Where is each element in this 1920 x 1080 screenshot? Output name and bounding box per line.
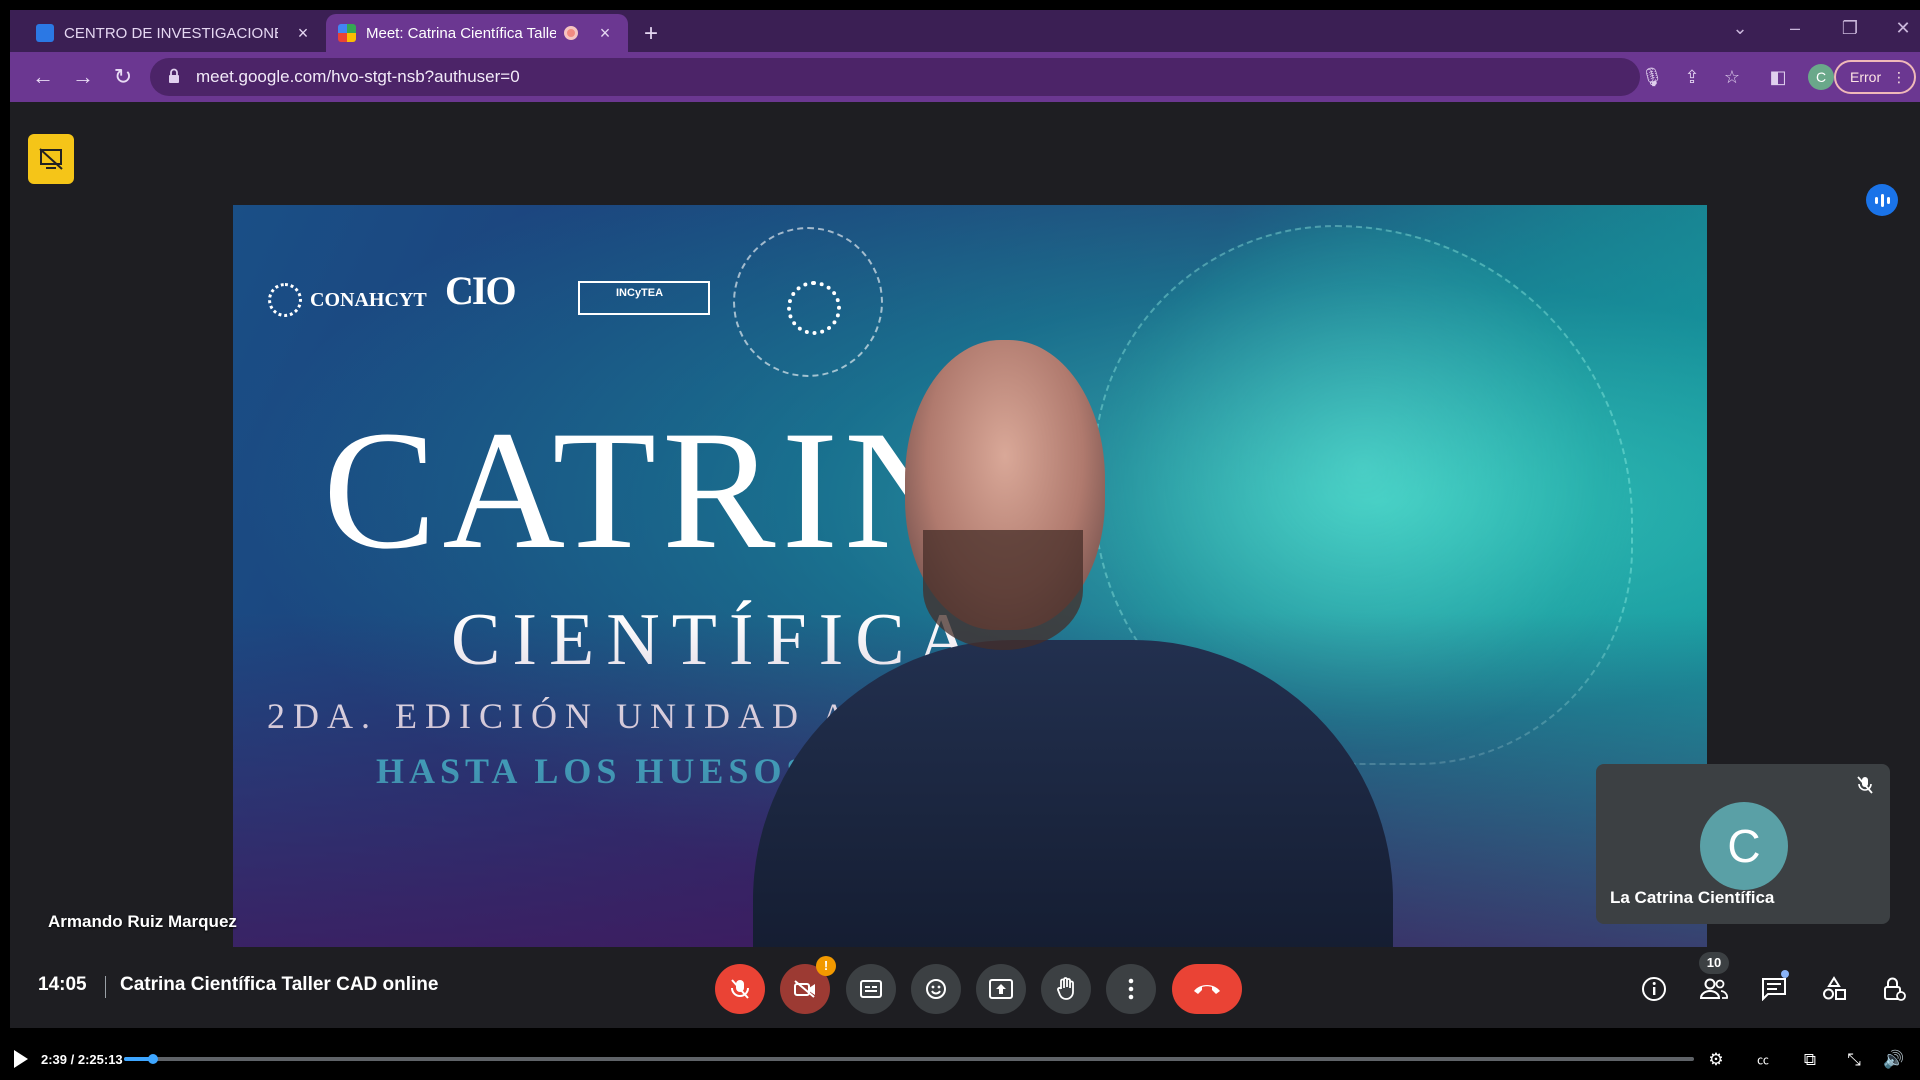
raise-hand-icon [1057, 977, 1074, 1000]
avatar: C [1700, 802, 1788, 890]
camera-toggle-button[interactable]: ! [780, 956, 836, 1014]
tab-strip: CENTRO DE INVESTIGACIONES E × Meet: Catr… [10, 10, 1920, 52]
more-options-button[interactable] [1106, 964, 1156, 1014]
camera-alert-badge: ! [816, 956, 836, 976]
presenter-video [733, 340, 1433, 947]
tab-search-icon[interactable]: ⌄ [1725, 18, 1755, 39]
meet-control-bar: 14:05 Catrina Científica Taller CAD onli… [10, 948, 1920, 1028]
activities-button[interactable] [1811, 966, 1857, 1012]
self-name-label: La Catrina Científica [1610, 888, 1775, 907]
playback-time: 2:39 / 2:25:13 [41, 1052, 123, 1067]
minimize-icon[interactable]: – [1780, 18, 1810, 39]
captions-button[interactable] [846, 964, 896, 1014]
mic-off-icon [731, 979, 749, 999]
new-tab-button[interactable]: + [636, 20, 666, 48]
people-count-badge: 10 [1699, 952, 1729, 974]
raise-hand-button[interactable] [1041, 964, 1091, 1014]
video-player-bar: 2:39 / 2:25:13 ⚙ ㏄ ⧉ ⤡ 🔊 [0, 1040, 1920, 1080]
mic-off-icon [1852, 776, 1878, 802]
recording-dot-icon [564, 26, 578, 40]
share-icon[interactable]: ⇪ [1680, 65, 1704, 89]
tab-meet[interactable]: Meet: Catrina Científica Taller × [326, 14, 628, 52]
sidepanel-icon[interactable]: ◧ [1766, 65, 1790, 89]
forward-arrow-icon[interactable]: → [68, 62, 98, 92]
chat-button[interactable] [1751, 966, 1797, 1012]
main-video-tile[interactable]: CONAHCYT CIO INCyTEA CATRINA CIENTÍFICA … [233, 205, 1707, 947]
hangup-icon [1194, 985, 1220, 994]
divider [105, 976, 106, 998]
meet-favicon-icon [338, 24, 356, 42]
volume-icon[interactable]: 🔊 [1881, 1048, 1907, 1072]
progress-track[interactable] [124, 1054, 1694, 1064]
speaking-indicator-icon [1866, 184, 1898, 216]
leave-call-button[interactable] [1172, 964, 1242, 1014]
tab-title: CENTRO DE INVESTIGACIONES E [64, 24, 278, 42]
meeting-title: Catrina Científica Taller CAD online [120, 974, 439, 995]
cio-logo: CIO [445, 268, 517, 313]
activities-icon [1823, 976, 1846, 1000]
captions-icon [860, 980, 882, 998]
meeting-clock: 14:05 [38, 974, 87, 995]
emoji-icon [926, 979, 946, 999]
reload-icon[interactable]: ↻ [108, 62, 138, 92]
menu-dots-icon[interactable]: ⋮ [1892, 62, 1906, 92]
close-window-icon[interactable]: ✕ [1888, 18, 1918, 39]
camera-off-icon [794, 980, 815, 998]
cc-icon[interactable]: ㏄ [1750, 1048, 1776, 1072]
chat-unread-dot [1781, 970, 1789, 978]
browser-window: CENTRO DE INVESTIGACIONES E × Meet: Catr… [10, 10, 1920, 1028]
people-button[interactable]: 10 [1691, 952, 1737, 1012]
host-controls-button[interactable] [1871, 966, 1917, 1012]
presentation-off-button[interactable] [28, 134, 74, 184]
fullscreen-exit-icon[interactable]: ⤡ [1841, 1048, 1867, 1072]
star-icon[interactable]: ☆ [1720, 65, 1744, 89]
error-label: Error [1850, 69, 1882, 85]
self-video-tile[interactable]: C La Catrina Científica [1596, 764, 1890, 924]
more-options-icon [1128, 978, 1134, 1000]
present-icon [989, 979, 1013, 999]
progress-knob[interactable] [147, 1054, 158, 1064]
lock-icon [169, 68, 179, 83]
restore-icon[interactable]: ❐ [1835, 18, 1865, 39]
mic-icon[interactable]: 🎙 [1640, 65, 1664, 89]
miniplayer-icon[interactable]: ⧉ [1797, 1048, 1823, 1072]
url-text: meet.google.com/hvo-stgt-nsb?authuser=0 [196, 67, 520, 86]
incytea-logo: INCyTEA [578, 281, 710, 315]
tab-centro-investigaciones[interactable]: CENTRO DE INVESTIGACIONES E × [24, 14, 326, 52]
back-arrow-icon[interactable]: ← [28, 62, 58, 92]
settings-icon[interactable]: ⚙ [1703, 1048, 1729, 1072]
reactions-button[interactable] [911, 964, 961, 1014]
info-icon [1642, 977, 1666, 1001]
site-favicon-icon [36, 24, 54, 42]
profile-avatar[interactable]: C [1808, 64, 1834, 90]
conahcyt-logo: CONAHCYT [268, 283, 427, 317]
conahcyt-seal-icon [268, 283, 302, 317]
meet-stage: CONAHCYT CIO INCyTEA CATRINA CIENTÍFICA … [10, 102, 1920, 1028]
meeting-info-button[interactable] [1631, 966, 1677, 1012]
chat-icon [1762, 978, 1786, 1001]
play-icon[interactable] [14, 1050, 28, 1068]
address-bar[interactable]: meet.google.com/hvo-stgt-nsb?authuser=0 … [150, 58, 1740, 96]
presentation-off-icon [39, 148, 63, 170]
people-icon [1700, 978, 1728, 999]
browser-toolbar: ← → ↻ meet.google.com/hvo-stgt-nsb?authu… [10, 52, 1920, 102]
tab-close-icon[interactable]: × [594, 23, 616, 44]
error-chip-button[interactable]: Error ⋮ [1834, 60, 1916, 94]
mic-toggle-button[interactable] [715, 964, 765, 1014]
tab-title: Meet: Catrina Científica Taller [366, 24, 556, 42]
host-controls-icon [1884, 977, 1906, 1001]
tab-close-icon[interactable]: × [292, 23, 314, 44]
speaker-name-label: Armando Ruiz Marquez [48, 912, 237, 931]
present-button[interactable] [976, 964, 1026, 1014]
